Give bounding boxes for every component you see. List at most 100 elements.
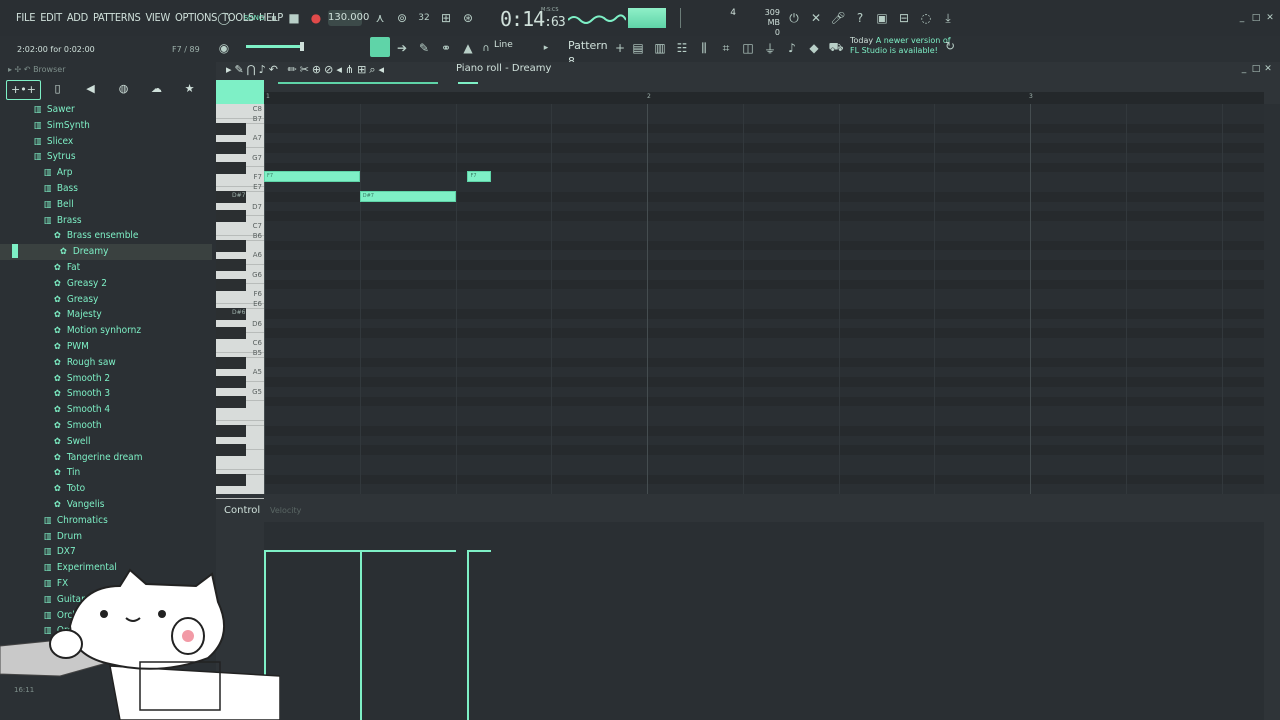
browser-folder-item[interactable]: ▥ DX7 [0,544,212,560]
browser-folder-item[interactable]: ▥ Bell [0,197,212,213]
piano-black-key[interactable] [216,259,246,271]
touch-keyboard-icon[interactable]: ♪ [782,38,802,58]
browser-folder-item[interactable]: ▥ SimSynth [0,118,212,134]
pattern-song-toggle-icon[interactable]: ◯ [214,8,234,28]
menu-edit[interactable]: EDIT [40,11,62,24]
browser-tab-favorites[interactable]: ★ [173,80,206,100]
piano-roll-title[interactable]: Piano roll - Dreamy [456,63,551,74]
stamp-icon[interactable]: ▲ [458,38,478,58]
browser-preset-item[interactable]: ✿ Fat [0,260,212,276]
render-icon[interactable]: ⊟ [894,8,914,28]
piano-black-key[interactable] [216,424,246,437]
master-pitch-slider-handle[interactable] [300,42,304,51]
browser-preset-item[interactable]: ✿ Swell [0,434,212,450]
chat-icon[interactable]: ◌ [916,8,936,28]
piano-black-key[interactable] [216,327,246,340]
master-pitch-slider[interactable] [246,45,304,48]
plugin-icon[interactable]: ✕ [806,8,826,28]
velocity-bar[interactable] [467,550,470,720]
update-icon[interactable]: ↻ [940,36,960,56]
browser-folder-item[interactable]: ▥ Sawer [0,102,212,118]
piano-roll-horizontal-scrollbar[interactable] [278,80,698,90]
tempo-display[interactable]: 130.000 [328,10,369,26]
note[interactable]: F7 [264,171,360,183]
record-button[interactable]: ● [306,8,326,28]
piano-white-key[interactable] [216,411,264,426]
help-icon[interactable]: ? [850,8,870,28]
add-pattern-icon[interactable]: + [610,38,630,58]
browser-folder-item[interactable]: ▥ Arp [0,165,212,181]
piano-white-key[interactable] [216,460,264,475]
note[interactable]: F7 [467,171,492,183]
menu-file[interactable]: FILE [16,11,35,24]
browser-folder-item[interactable]: ▥ Bass [0,181,212,197]
browser-folder-item[interactable]: ▥ Slicex [0,134,212,150]
piano-roll-view-button[interactable] [370,37,390,57]
timeline-ruler[interactable]: 1 2 3 [264,92,1264,104]
browser-folder-item[interactable]: ▥ Drum [0,529,212,545]
piano-black-key[interactable] [216,122,246,135]
browser-preset-item[interactable]: ✿ Tin [0,465,212,481]
piano-keyboard[interactable]: C8 B7 A7 G7 F7 E7 D7 C7 B6 A6 G6 F6 E6 D6 C6 B5 A5 G5 D#7 D… [216,104,264,499]
browser-folder-item[interactable]: ▥ Sytrus [0,149,212,165]
note-grid[interactable]: F7 D#7 F7 [264,104,1264,494]
pattern-selector[interactable]: Pattern 8 [568,38,610,68]
menu-options[interactable]: OPTIONS [175,11,217,24]
song-mode-button[interactable]: SONG [244,8,265,28]
browser-preset-item[interactable]: ✿ Smooth 2 [0,371,212,387]
tag-icon[interactable]: ◆ [804,38,824,58]
mic-icon[interactable]: 🎤︎ [828,8,848,28]
browser-preset-item[interactable]: ✿ Rough saw [0,355,212,371]
stop-button[interactable]: ■ [284,8,304,28]
browser-preset-item[interactable]: ✿ Dreamy [0,244,212,260]
piano-black-key[interactable] [216,473,246,486]
cart-icon[interactable]: ⛟ [826,38,846,58]
plugin-picker-icon[interactable]: ⏚ [760,38,780,58]
piano-black-key[interactable] [216,376,246,388]
browser-folder-item[interactable]: ▥ Chromatics [0,513,212,529]
playlist-icon[interactable]: ▤ [628,38,648,58]
browser-tab-all[interactable]: +•+ [6,80,41,100]
browser-preset-item[interactable]: ✿ Smooth 4 [0,402,212,418]
browser-preset-item[interactable]: ✿ PWM [0,339,212,355]
channel-rack-icon[interactable]: ☷ [672,38,692,58]
piano-black-key[interactable] [216,444,246,457]
save-icon[interactable]: ▣ [872,8,892,28]
brush-icon[interactable]: ✎ [414,38,434,58]
browser-tab-cloud[interactable]: ☁ [140,80,173,100]
link-icon[interactable]: ⚭ [436,38,456,58]
piano-black-key[interactable] [216,210,246,223]
mixer-icon[interactable]: ⫼ [694,38,714,58]
browser-tab-audio[interactable]: ◀ [74,80,107,100]
velocity-lane[interactable] [264,522,1264,720]
browser-preset-item[interactable]: ✿ Motion synhornz [0,323,212,339]
note[interactable]: D#7 [359,190,456,202]
browser-folder-item[interactable]: ▥ Brass [0,213,212,229]
wait-record-icon[interactable]: ⊚ [392,8,412,28]
piano-roll-vertical-scrollbar[interactable] [1264,104,1280,494]
menu-patterns[interactable]: PATTERNS [93,11,141,24]
control-target[interactable]: Velocity [270,506,301,515]
power-icon[interactable]: ⏻ [784,8,804,28]
pr-close-icon[interactable]: ✕ [1258,59,1278,79]
news-panel[interactable]: Today A newer version of FL Studio is av… [850,36,951,56]
plugin-database-icon[interactable]: ◫ [738,38,758,58]
magnet-icon[interactable]: ∩ [476,38,496,58]
browser-tab-files[interactable]: ▯ [41,80,74,100]
browser-tab-plugins[interactable]: ◍ [107,80,140,100]
arrow-right-icon[interactable]: ➔ [392,38,412,58]
menu-add[interactable]: ADD [67,11,88,24]
browser-preset-item[interactable]: ✿ Vangelis [0,497,212,513]
control-label[interactable]: Control [224,505,260,516]
piano-black-key[interactable] [216,356,246,369]
piano-black-key[interactable] [216,161,246,174]
browser-preset-item[interactable]: ✿ Smooth 3 [0,386,212,402]
browser-preset-item[interactable]: ✿ Greasy [0,292,212,308]
pause-button[interactable]: ⏸ [264,8,284,28]
browser-preset-item[interactable]: ✿ Majesty [0,307,212,323]
master-volume-knob-icon[interactable]: ◉ [214,38,234,58]
menu-view[interactable]: VIEW [145,11,170,24]
browser-preset-item[interactable]: ✿ Brass ensemble [0,228,212,244]
download-icon[interactable]: ⤓ [938,8,958,28]
browser-preset-item[interactable]: ✿ Tangerine dream [0,450,212,466]
